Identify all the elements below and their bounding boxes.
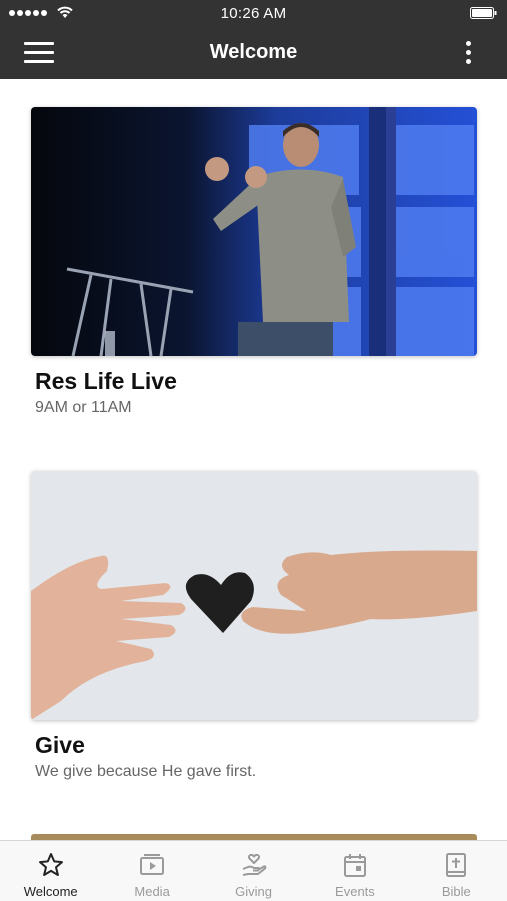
tab-events[interactable]: Events: [304, 841, 405, 901]
card-image-heart-hands: [31, 471, 477, 720]
nav-bar: Welcome: [0, 28, 507, 79]
card-res-life-live[interactable]: Res Life Live 9AM or 11AM: [31, 107, 477, 417]
card-give[interactable]: Give We give because He gave first.: [31, 471, 477, 781]
giving-icon: [242, 853, 266, 876]
status-time: 10:26 AM: [220, 5, 287, 22]
card-subtitle: 9AM or 11AM: [35, 399, 132, 416]
tab-media[interactable]: Media: [101, 841, 202, 901]
tab-label: Giving: [235, 884, 272, 899]
more-options-icon[interactable]: [462, 39, 476, 67]
status-bar: 10:26 AM: [0, 0, 507, 28]
tab-label: Bible: [441, 884, 471, 899]
tab-label: Events: [335, 884, 375, 899]
calendar-icon: [343, 854, 366, 877]
tab-label: Media: [134, 884, 170, 899]
card-title: Give: [35, 732, 85, 758]
star-icon: [38, 853, 63, 876]
tab-giving[interactable]: Giving: [203, 841, 304, 901]
battery-icon: [470, 7, 497, 19]
card-image-speaker: [31, 107, 477, 356]
tab-label: Welcome: [23, 884, 78, 899]
tab-bar: Welcome Media Giving Events Bible: [0, 840, 507, 901]
bible-icon: [446, 853, 467, 877]
tab-bible[interactable]: Bible: [406, 841, 507, 901]
card-title: Res Life Live: [35, 368, 177, 394]
media-icon: [140, 854, 165, 875]
card-subtitle: We give because He gave first.: [35, 763, 257, 780]
tab-welcome[interactable]: Welcome: [0, 841, 101, 901]
top-bar: 10:26 AM Welcome: [0, 0, 507, 79]
page-title: Welcome: [209, 41, 298, 63]
